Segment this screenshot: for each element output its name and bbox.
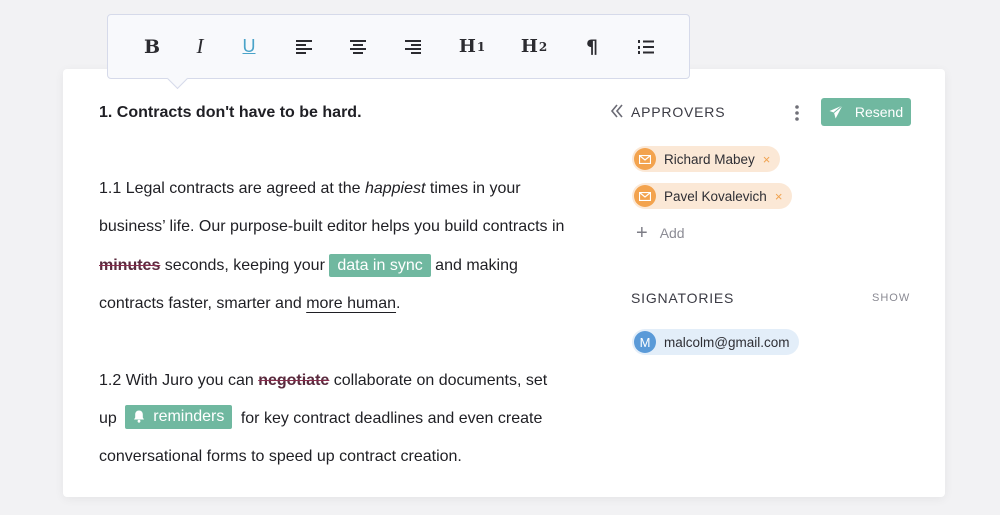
approver-chip[interactable]: Richard Mabey × xyxy=(632,146,781,172)
approver-name: Richard Mabey xyxy=(664,151,755,167)
approvers-title: APPROVERS xyxy=(631,104,726,120)
para1-text-5: . xyxy=(396,295,401,313)
para1-text-1: 1.1 Legal contracts are agreed at the xyxy=(99,180,365,197)
deleted-text-minutes: minutes xyxy=(99,256,161,274)
heading-1-button[interactable]: H1 xyxy=(452,15,492,78)
bell-icon xyxy=(133,410,145,423)
more-human-link[interactable]: more human xyxy=(306,295,396,312)
resend-label: Resend xyxy=(854,104,904,120)
underline-button[interactable]: U xyxy=(229,15,269,78)
add-label: Add xyxy=(659,225,685,241)
numbered-list-icon xyxy=(638,39,654,54)
paragraph-button[interactable]: ¶ xyxy=(572,15,612,78)
heading-1-label: H xyxy=(458,36,476,57)
pilcrow-icon: ¶ xyxy=(585,35,599,58)
align-right-button[interactable] xyxy=(393,15,433,78)
show-signatories-button[interactable]: SHOW xyxy=(872,292,910,304)
formatting-toolbar: B I U H1 H2 ¶ xyxy=(107,14,690,79)
numbered-list-button[interactable] xyxy=(626,15,666,78)
mail-icon xyxy=(634,148,656,170)
deleted-text-negotiate: negotiate xyxy=(258,371,330,389)
resend-button[interactable]: Resend xyxy=(821,98,911,126)
data-in-sync-tag[interactable]: data in sync xyxy=(329,253,431,277)
reminders-tag[interactable]: reminders xyxy=(125,404,233,429)
align-left-icon xyxy=(296,39,312,54)
add-approver-button[interactable]: + Add xyxy=(636,223,685,243)
more-options-icon[interactable] xyxy=(790,102,804,124)
approver-name: Pavel Kovalevich xyxy=(664,188,767,204)
align-right-icon xyxy=(405,39,421,54)
align-left-button[interactable] xyxy=(284,15,324,78)
align-center-button[interactable] xyxy=(338,15,378,78)
collapse-sidebar-icon[interactable] xyxy=(610,103,626,121)
para2-text-1: 1.2 With Juro you can xyxy=(99,371,259,389)
signatory-chip[interactable]: M malcolm@gmail.com xyxy=(632,329,800,355)
reminders-label: reminders xyxy=(153,407,225,425)
remove-approver-icon[interactable]: × xyxy=(763,152,771,167)
signatories-title: SIGNATORIES xyxy=(631,290,735,306)
contract-document[interactable]: 1. Contracts don't have to be hard. 1.1 … xyxy=(99,94,569,477)
align-center-icon xyxy=(350,39,366,54)
heading-2-level: 2 xyxy=(538,39,548,54)
document-heading: 1. Contracts don't have to be hard. xyxy=(99,104,362,121)
para1-text-3: seconds, keeping your xyxy=(160,256,330,274)
plus-icon: + xyxy=(636,222,648,244)
paragraph-1-2: 1.2 With Juro you can negotiate collabor… xyxy=(99,362,569,477)
approver-chip[interactable]: Pavel Kovalevich × xyxy=(632,183,793,209)
heading-2-label: H xyxy=(520,36,538,57)
heading-2-button[interactable]: H2 xyxy=(514,15,554,78)
paragraph-1-1: 1.1 Legal contracts are agreed at the ha… xyxy=(99,170,569,324)
signatory-email: malcolm@gmail.com xyxy=(664,334,790,350)
heading-1-level: 1 xyxy=(476,39,486,54)
italic-button[interactable]: I xyxy=(180,15,220,78)
mail-icon xyxy=(634,185,656,207)
remove-approver-icon[interactable]: × xyxy=(775,189,783,204)
signatory-avatar: M xyxy=(634,331,656,353)
para1-emphasis: happiest xyxy=(364,180,426,197)
bold-button[interactable]: B xyxy=(132,15,172,78)
send-icon xyxy=(829,105,843,119)
